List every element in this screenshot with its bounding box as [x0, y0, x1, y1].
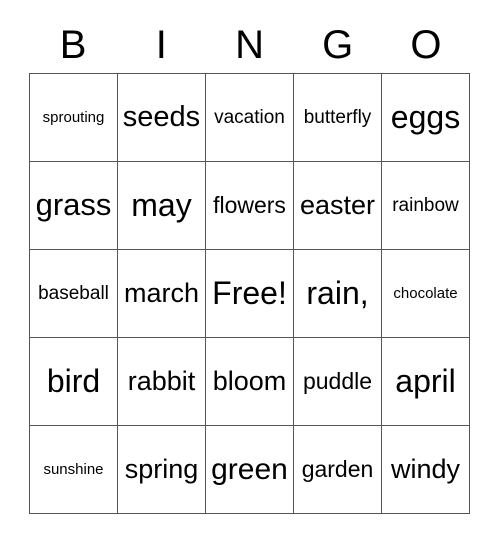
bingo-grid: sprouting seeds vacation butterfly eggs …: [29, 73, 470, 514]
bingo-cell-label: bird: [46, 362, 101, 399]
bingo-cell-label: rain,: [306, 274, 369, 311]
bingo-cell[interactable]: easter: [294, 162, 382, 250]
bingo-cell[interactable]: eggs: [382, 74, 470, 162]
bingo-header: B I N G O: [29, 18, 470, 72]
bingo-cell-label: garden: [301, 456, 374, 483]
bingo-cell[interactable]: baseball: [30, 250, 118, 338]
bingo-card: B I N G O sprouting seeds vacation butte…: [0, 0, 500, 544]
bingo-cell-label: eggs: [390, 98, 461, 135]
header-letter-i: I: [155, 23, 167, 67]
bingo-cell[interactable]: windy: [382, 426, 470, 514]
bingo-cell[interactable]: green: [206, 426, 294, 514]
bingo-cell-label: sunshine: [43, 460, 104, 478]
bingo-cell-label: butterfly: [303, 106, 372, 128]
bingo-cell-label: green: [211, 452, 288, 486]
bingo-free-cell[interactable]: Free!: [206, 250, 294, 338]
header-letter-n: N: [235, 23, 264, 67]
bingo-cell[interactable]: rain,: [294, 250, 382, 338]
bingo-cell-label: may: [131, 186, 192, 223]
bingo-cell[interactable]: march: [118, 250, 206, 338]
bingo-cell[interactable]: seeds: [118, 74, 206, 162]
header-letter-o: O: [410, 23, 442, 67]
header-letter-g: G: [322, 23, 354, 67]
bingo-cell[interactable]: spring: [118, 426, 206, 514]
bingo-cell[interactable]: sprouting: [30, 74, 118, 162]
bingo-cell-label: puddle: [302, 368, 373, 395]
bingo-cell-label: sprouting: [42, 108, 105, 126]
bingo-cell-label: rabbit: [127, 366, 196, 397]
bingo-cell-label: bloom: [212, 366, 287, 397]
bingo-cell-label: march: [123, 278, 199, 309]
bingo-cell[interactable]: garden: [294, 426, 382, 514]
bingo-cell-label: windy: [390, 454, 461, 485]
bingo-cell[interactable]: chocolate: [382, 250, 470, 338]
header-letter-b: B: [59, 23, 87, 67]
bingo-cell-label: rainbow: [392, 194, 459, 216]
bingo-cell-label: easter: [299, 190, 376, 221]
bingo-cell[interactable]: rainbow: [382, 162, 470, 250]
bingo-cell-label: baseball: [38, 282, 109, 304]
bingo-cell-label: april: [395, 362, 456, 399]
bingo-free-label: Free!: [212, 274, 287, 311]
bingo-cell[interactable]: may: [118, 162, 206, 250]
bingo-cell[interactable]: flowers: [206, 162, 294, 250]
bingo-cell[interactable]: vacation: [206, 74, 294, 162]
bingo-cell-label: vacation: [214, 106, 285, 128]
bingo-cell[interactable]: april: [382, 338, 470, 426]
bingo-cell[interactable]: bloom: [206, 338, 294, 426]
bingo-cell[interactable]: bird: [30, 338, 118, 426]
bingo-cell[interactable]: rabbit: [118, 338, 206, 426]
bingo-cell-label: seeds: [122, 101, 201, 134]
bingo-cell[interactable]: grass: [30, 162, 118, 250]
bingo-cell[interactable]: sunshine: [30, 426, 118, 514]
bingo-cell-label: spring: [124, 454, 199, 485]
bingo-cell[interactable]: butterfly: [294, 74, 382, 162]
bingo-cell-label: chocolate: [393, 284, 458, 302]
bingo-cell[interactable]: puddle: [294, 338, 382, 426]
bingo-cell-label: flowers: [213, 192, 286, 219]
bingo-cell-label: grass: [35, 187, 112, 223]
